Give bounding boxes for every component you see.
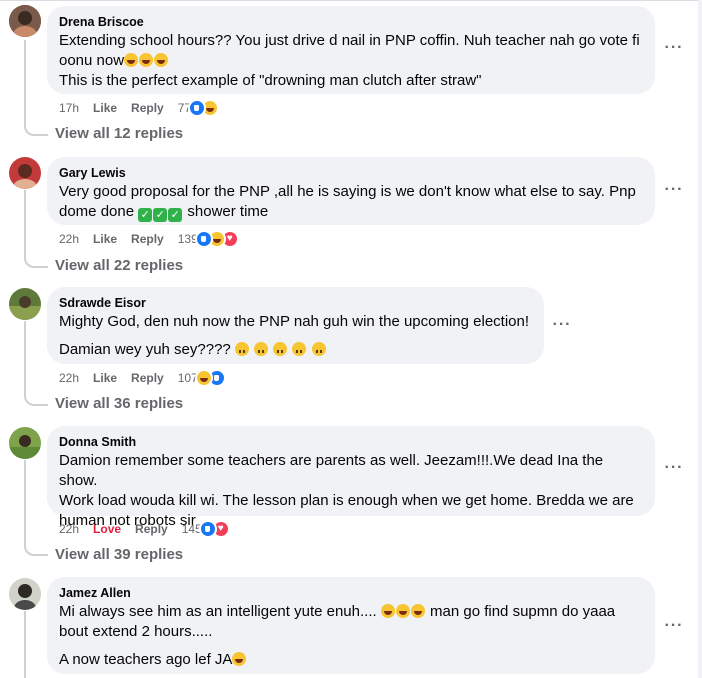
- more-options-icon[interactable]: ···: [663, 460, 685, 476]
- laughing-emoji-icon: [154, 53, 169, 67]
- upside-down-face-emoji-icon: [273, 342, 288, 356]
- reply-button[interactable]: Reply: [131, 370, 164, 386]
- upside-down-face-emoji-icon: [234, 342, 249, 356]
- comment-text: Mighty God, den nuh now the PNP nah guh …: [59, 313, 530, 358]
- comment-text: Very good proposal for the PNP ,all he i…: [59, 183, 636, 222]
- comment-bubble: Donna Smith Damion remember some teacher…: [47, 426, 655, 529]
- upside-down-face-emoji-icon: [311, 342, 326, 356]
- comment-author[interactable]: Donna Smith: [59, 434, 643, 450]
- view-replies-link[interactable]: View all 39 replies: [55, 545, 183, 565]
- comment-bubble: Drena Briscoe Extending school hours?? Y…: [47, 6, 655, 94]
- comment-meta: 22h Like Reply 107: [59, 369, 226, 387]
- laughing-emoji-icon: [232, 652, 247, 666]
- comment-bubble: Gary Lewis Very good proposal for the PN…: [47, 157, 655, 225]
- avatar[interactable]: [9, 427, 41, 459]
- view-replies-link[interactable]: View all 22 replies: [55, 256, 183, 276]
- more-options-icon[interactable]: ···: [663, 182, 685, 198]
- comment-meta: 17h Like Reply 77: [59, 99, 220, 117]
- check-mark-emoji-icon: ✓: [168, 208, 183, 222]
- view-replies-link[interactable]: View all 36 replies: [55, 394, 183, 414]
- comment-author[interactable]: Gary Lewis: [59, 165, 643, 181]
- comment-meta: 22h Love Reply 145: [59, 520, 230, 538]
- like-reaction-icon: [194, 230, 213, 248]
- comment-meta: 22h Like Reply 139: [59, 230, 239, 248]
- laughing-emoji-icon: [395, 604, 410, 618]
- like-button[interactable]: Like: [93, 370, 117, 386]
- comment-author[interactable]: Drena Briscoe: [59, 14, 643, 30]
- view-replies-link[interactable]: View all 12 replies: [55, 124, 183, 144]
- more-options-icon[interactable]: ···: [551, 317, 573, 333]
- timestamp[interactable]: 17h: [59, 100, 79, 116]
- comment-text: Mi always see him as an intelligent yute…: [59, 603, 616, 668]
- avatar[interactable]: [9, 157, 41, 189]
- laughing-emoji-icon: [380, 604, 395, 618]
- laughing-emoji-icon: [124, 53, 139, 67]
- check-mark-emoji-icon: ✓: [153, 208, 168, 222]
- timestamp[interactable]: 22h: [59, 521, 79, 537]
- like-button[interactable]: Like: [93, 231, 117, 247]
- comment-author[interactable]: Sdrawde Eisor: [59, 295, 532, 311]
- reply-button[interactable]: Reply: [131, 231, 164, 247]
- more-options-icon[interactable]: ···: [663, 40, 685, 56]
- love-button[interactable]: Love: [93, 521, 121, 537]
- comment-bubble: Sdrawde Eisor Mighty God, den nuh now th…: [47, 287, 544, 364]
- comment-text: Extending school hours?? You just drive …: [59, 32, 640, 89]
- laughing-emoji-icon: [139, 53, 154, 67]
- upside-down-face-emoji-icon: [254, 342, 269, 356]
- upside-down-face-emoji-icon: [292, 342, 307, 356]
- comment-author[interactable]: Jamez Allen: [59, 585, 643, 601]
- reply-button[interactable]: Reply: [131, 100, 164, 116]
- like-reaction-icon: [198, 520, 217, 538]
- laughing-emoji-icon: [410, 604, 425, 618]
- timestamp[interactable]: 22h: [59, 370, 79, 386]
- avatar[interactable]: [9, 5, 41, 37]
- scrollbar[interactable]: [698, 0, 702, 678]
- timestamp[interactable]: 22h: [59, 231, 79, 247]
- comment-text: Damion remember some teachers are parent…: [59, 452, 634, 529]
- check-mark-emoji-icon: ✓: [138, 208, 153, 222]
- avatar[interactable]: [9, 288, 41, 320]
- top-divider: [0, 0, 702, 1]
- like-reaction-icon: [188, 99, 207, 117]
- comment-bubble: Jamez Allen Mi always see him as an inte…: [47, 577, 655, 674]
- more-options-icon[interactable]: ···: [663, 618, 685, 634]
- avatar[interactable]: [9, 578, 41, 610]
- like-button[interactable]: Like: [93, 100, 117, 116]
- haha-reaction-icon: [194, 369, 213, 387]
- reply-button[interactable]: Reply: [135, 521, 168, 537]
